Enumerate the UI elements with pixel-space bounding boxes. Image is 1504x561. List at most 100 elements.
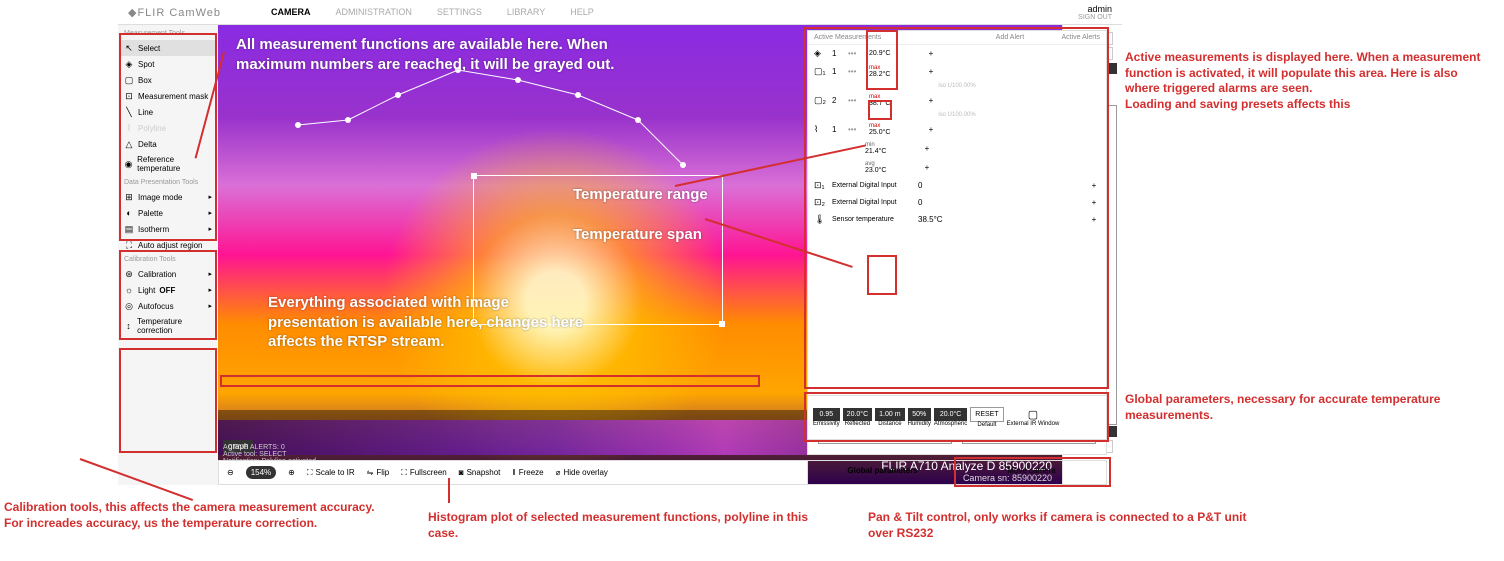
more-icon[interactable]: ••• xyxy=(848,49,863,58)
annotation-present: Everything associated with image present… xyxy=(268,293,598,352)
nav-admin[interactable]: ADMINISTRATION xyxy=(336,7,412,17)
tool-select[interactable]: ↖Select xyxy=(120,40,216,56)
tool-reference[interactable]: ◉Reference temperature xyxy=(120,152,216,176)
user-name: admin xyxy=(1078,4,1112,14)
active-tool-status: Active tool: SELECT xyxy=(223,451,318,458)
annotation-histogram: Histogram plot of selected measurement f… xyxy=(428,510,828,541)
pause-icon: ‖ xyxy=(512,468,515,477)
tool-box[interactable]: ▢Box xyxy=(120,72,216,88)
tool-isotherm[interactable]: ▤Isotherm▸ xyxy=(120,221,216,237)
add-alert-button[interactable]: + xyxy=(1088,181,1100,190)
polyline-roi[interactable]: ⌇1 xyxy=(288,65,688,195)
image-mode-icon: ⊞ xyxy=(124,192,134,202)
scale-to-ir[interactable]: ⛶Scale to IR xyxy=(307,468,355,478)
iso-readout: iso U100.00% xyxy=(808,110,1106,120)
auto-adjust-icon: ⛶ xyxy=(124,240,134,250)
box-icon: ▢ xyxy=(124,75,134,85)
zoom-out-button[interactable]: ⊖ xyxy=(227,468,234,477)
spot-icon: ◈ xyxy=(814,48,826,59)
annotation-meas: All measurement functions are available … xyxy=(236,35,666,74)
tool-image-mode[interactable]: ⊞Image mode▸ xyxy=(120,189,216,205)
annotation-pantilt: Pan & Tilt control, only works if camera… xyxy=(868,510,1268,541)
annotation-active-meas: Active measurements is displayed here. W… xyxy=(1125,50,1495,112)
tool-line[interactable]: ╲Line xyxy=(120,104,216,120)
meas-row-box2[interactable]: ▢₂2•••max38.7°C+ xyxy=(808,91,1106,110)
global-reset[interactable]: RESETDefault xyxy=(970,407,1003,428)
tab-move-camera[interactable]: Move camera xyxy=(957,461,1106,484)
camera-icon: ◙ xyxy=(459,468,464,477)
chevron-right-icon: ▸ xyxy=(208,209,212,217)
sensor-icon: 🌡 xyxy=(814,214,826,225)
nav-help[interactable]: HELP xyxy=(570,7,594,17)
sign-out-link[interactable]: SIGN OUT xyxy=(1078,14,1112,21)
iso-readout: iso U100.00% xyxy=(808,81,1106,91)
polyline-icon: ⌇ xyxy=(814,124,826,135)
more-icon[interactable]: ••• xyxy=(848,96,863,105)
meas-row-box1[interactable]: ▢₁1•••max28.2°C+ xyxy=(808,62,1106,81)
col-active-alerts: Active Alerts xyxy=(1040,34,1100,41)
meas-row-polyline[interactable]: ⌇1•••max25.0°C+ xyxy=(808,120,1106,139)
chevron-right-icon: ▸ xyxy=(208,270,212,278)
add-alert-button[interactable]: + xyxy=(1088,215,1100,224)
meas-row-edi2[interactable]: ⊡₂External Digital Input0+ xyxy=(808,194,1106,211)
digital-input-icon: ⊡₁ xyxy=(814,180,826,191)
box-icon: ▢₂ xyxy=(814,95,826,106)
add-alert-button[interactable]: + xyxy=(925,67,937,76)
isotherm-icon: ▤ xyxy=(124,224,134,234)
tool-light[interactable]: ☼Light OFF▸ xyxy=(120,282,216,298)
global-reflected[interactable]: 20.0°CReflected xyxy=(843,408,872,427)
tool-palette[interactable]: ◐Palette▸ xyxy=(120,205,216,221)
meas-row-sensor[interactable]: 🌡Sensor temperature38.5°C+ xyxy=(808,211,1106,228)
presentation-tools-title: Data Presentation Tools xyxy=(120,176,216,189)
annotation-span: Temperature span xyxy=(573,225,702,245)
add-alert-button[interactable]: + xyxy=(925,96,937,105)
digital-input-icon: ⊡₂ xyxy=(814,197,826,208)
tab-global-params[interactable]: Global parameters xyxy=(808,461,957,484)
tool-autofocus[interactable]: ◎Autofocus▸ xyxy=(120,298,216,314)
spot-icon: ◈ xyxy=(124,59,134,69)
add-alert-button[interactable]: + xyxy=(925,125,937,134)
tool-mask[interactable]: ⊡Measurement mask xyxy=(120,88,216,104)
more-icon[interactable]: ••• xyxy=(848,67,863,76)
zoom-in-button[interactable]: ⊕ xyxy=(288,468,295,477)
measurement-tools-title: Measurement Tools xyxy=(120,27,216,40)
freeze-button[interactable]: ‖Freeze xyxy=(512,468,543,477)
flip-button[interactable]: ⇋Flip xyxy=(367,468,390,477)
flir-logo: ◆FLIR CamWeb xyxy=(128,6,221,19)
global-distance[interactable]: 1.00 mDistance xyxy=(875,408,904,427)
annotation-range: Temperature range xyxy=(573,185,708,205)
cursor-icon: ↖ xyxy=(124,43,134,53)
global-emissivity[interactable]: 0.95Emissivity xyxy=(813,408,840,427)
polyline-icon: ⌇ xyxy=(124,123,134,133)
light-icon: ☼ xyxy=(124,285,134,295)
tool-auto-adjust[interactable]: ⛶Auto adjust region xyxy=(120,237,216,253)
snapshot-button[interactable]: ◙Snapshot xyxy=(459,468,501,477)
add-alert-button[interactable]: + xyxy=(1088,198,1100,207)
tool-spot[interactable]: ◈Spot xyxy=(120,56,216,72)
chevron-right-icon: ▸ xyxy=(208,286,212,294)
meas-row-spot[interactable]: ◈1•••20.9°C+ xyxy=(808,45,1106,62)
add-alert-button[interactable]: + xyxy=(925,49,937,58)
add-alert-button[interactable]: + xyxy=(921,144,933,153)
temp-corr-icon: ↕ xyxy=(124,321,133,331)
global-humidity[interactable]: 50%Humidity xyxy=(908,408,931,427)
mask-icon: ⊡ xyxy=(124,91,134,101)
hide-overlay-button[interactable]: ⌀Hide overlay xyxy=(556,468,608,477)
global-ext-ir[interactable]: ▢External IR Window xyxy=(1007,408,1060,427)
annotation-calibration: Calibration tools, this affects the came… xyxy=(4,500,384,531)
tool-calibration[interactable]: ⊛Calibration▸ xyxy=(120,266,216,282)
col-add-alert: Add Alert xyxy=(980,34,1040,41)
more-icon[interactable]: ••• xyxy=(848,125,863,134)
meas-row-edi1[interactable]: ⊡₁External Digital Input0+ xyxy=(808,177,1106,194)
flip-icon: ⇋ xyxy=(367,468,374,477)
global-atmospheric[interactable]: 20.0°CAtmospheric xyxy=(934,408,967,427)
nav-settings[interactable]: SETTINGS xyxy=(437,7,482,17)
add-alert-button[interactable]: + xyxy=(921,163,933,172)
fullscreen-button[interactable]: ⛶Fullscreen xyxy=(401,468,447,478)
calibration-icon: ⊛ xyxy=(124,269,134,279)
nav-camera[interactable]: CAMERA xyxy=(271,7,311,17)
delta-icon: △ xyxy=(124,139,134,149)
tool-temp-correction[interactable]: ↕Temperature correction xyxy=(120,314,216,338)
nav-library[interactable]: LIBRARY xyxy=(507,7,545,17)
col-active-meas: Active Measurements xyxy=(814,34,980,41)
